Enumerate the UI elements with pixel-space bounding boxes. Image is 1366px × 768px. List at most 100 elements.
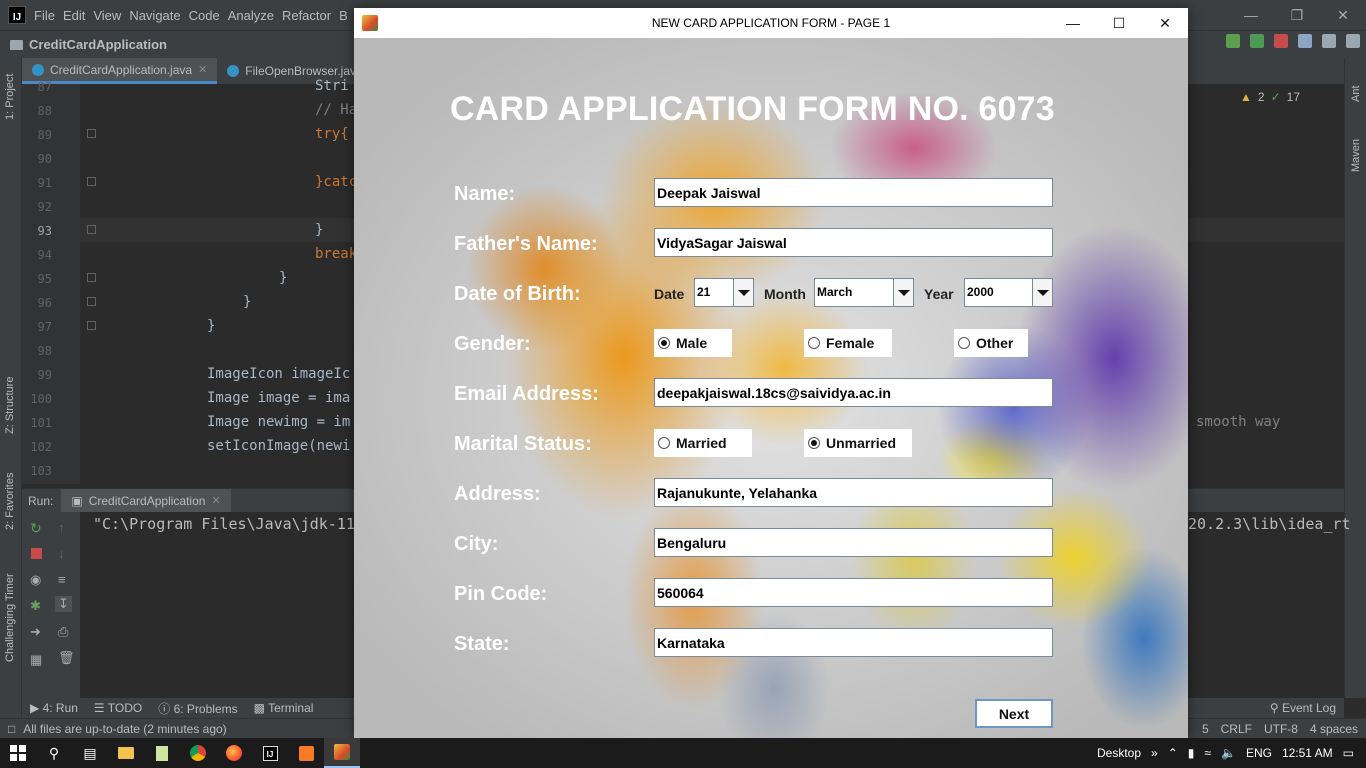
bug-icon[interactable]: ✱ [30,598,41,614]
fold-marker-icon[interactable] [87,321,96,330]
problems-tool-tab[interactable]: ⓘ 6: Problems [158,700,237,717]
windows-start-icon[interactable] [0,738,36,768]
stop-icon[interactable] [1274,34,1288,48]
folder-icon [10,39,23,50]
layout-grid-icon[interactable]: ▦ [30,652,42,668]
project-structure-icon[interactable] [1298,34,1312,48]
chevron-up-icon[interactable]: ⌃ [1168,746,1178,760]
ide-restore-icon[interactable]: ❐ [1274,0,1320,30]
login-icon[interactable]: ➜ [30,624,41,640]
stop-run-icon[interactable] [31,548,42,559]
status-square-icon[interactable]: □ [8,722,15,736]
pin-code-field[interactable] [654,578,1053,607]
menu-view[interactable]: View [93,8,129,23]
firefox-icon[interactable] [216,738,252,768]
month-dropdown[interactable]: March [814,278,914,307]
gender-other-radio[interactable]: Other [954,329,1028,357]
breadcrumb[interactable]: CreditCardApplication [10,37,167,52]
notepad-icon[interactable] [144,738,180,768]
father-name-field[interactable] [654,228,1053,257]
menu-analyze[interactable]: Analyze [228,8,282,23]
year-dropdown[interactable]: 2000 [964,278,1053,307]
chrome-icon[interactable] [180,738,216,768]
chevron-down-icon[interactable] [893,279,913,306]
menu-edit[interactable]: Edit [63,8,93,23]
java-app-taskbar-icon[interactable] [324,738,360,768]
menu-refactor[interactable]: Refactor [282,8,339,23]
layout-icon[interactable] [1322,34,1336,48]
state-field[interactable] [654,628,1053,657]
task-view-icon[interactable]: ▤ [72,738,108,768]
notification-icon[interactable]: ▭ [1343,746,1354,760]
next-button[interactable]: Next [975,699,1053,728]
scroll-to-end-icon[interactable]: ↧ [55,596,72,612]
search-icon[interactable] [1346,34,1360,48]
status-line-separator[interactable]: CRLF [1221,722,1252,736]
file-explorer-icon[interactable] [108,738,144,768]
close-tab-icon[interactable]: ✕ [198,63,207,76]
date-dropdown[interactable]: 21 [694,278,754,307]
email-field[interactable] [654,378,1053,407]
fold-marker-icon[interactable] [87,273,96,282]
fold-marker-icon[interactable] [87,177,96,186]
clock[interactable]: 12:51 AM [1282,746,1333,760]
terminal-tool-tab[interactable]: ▩ Terminal [254,701,314,715]
gender-female-radio[interactable]: Female [804,329,892,357]
gender-male-radio[interactable]: Male [654,329,732,357]
todo-tool-tab[interactable]: ☰ TODO [94,701,142,715]
print-icon[interactable]: ⎙ [58,624,68,640]
marital-unmarried-radio[interactable]: Unmarried [804,429,912,457]
status-indent[interactable]: 4 spaces [1310,722,1358,736]
maximize-icon[interactable]: ☐ [1096,8,1142,38]
inspection-widget[interactable]: ▲ 2 ✓ 17 [1240,90,1300,104]
timer-tool-tab[interactable]: Challenging Timer [4,573,16,662]
window-titlebar[interactable]: NEW CARD APPLICATION FORM - PAGE 1 — ☐ ✕ [354,8,1188,38]
ide-minimize-icon[interactable]: — [1228,0,1274,30]
line-number: 97 [37,320,52,334]
status-position[interactable]: 5 [1202,722,1209,736]
trash-icon[interactable]: 🗑 [58,650,75,666]
desktop-toolbar[interactable]: Desktop [1097,746,1141,760]
wifi-icon[interactable]: ≈ [1204,746,1211,760]
chevron-down-icon[interactable] [733,279,753,306]
up-arrow-icon[interactable]: ↑ [58,520,65,535]
fold-marker-icon[interactable] [87,225,96,234]
soft-wrap-icon[interactable]: ≡ [58,572,66,587]
name-field[interactable] [654,178,1053,207]
maven-tool-tab[interactable]: Maven [1350,139,1362,172]
ant-tool-tab[interactable]: Ant [1350,85,1362,102]
event-log-tab[interactable]: ⚲ Event Log [1270,701,1336,715]
close-icon[interactable]: ✕ [1142,8,1188,38]
structure-tool-tab[interactable]: Z: Structure [4,377,16,434]
xampp-icon[interactable] [288,738,324,768]
fold-marker-icon[interactable] [87,297,96,306]
language-indicator[interactable]: ENG [1246,746,1272,760]
project-tool-tab[interactable]: 1: Project [4,74,16,120]
search-icon[interactable]: ⚲ [36,738,72,768]
intellij-icon[interactable]: IJ [252,738,288,768]
tab-fileopenbrowser[interactable]: FileOpenBrowser.java [217,58,372,84]
address-field[interactable] [654,478,1053,507]
run-tool-tab[interactable]: ▶ 4: Run [30,701,78,715]
debug-icon[interactable] [1226,34,1240,48]
run-tab[interactable]: ▣ CreditCardApplication ✕ [61,488,231,513]
chevron-down-icon[interactable] [1032,279,1052,306]
status-encoding[interactable]: UTF-8 [1264,722,1298,736]
fold-marker-icon[interactable] [87,129,96,138]
menu-code[interactable]: Code [189,8,228,23]
coverage-icon[interactable] [1250,34,1264,48]
ide-close-icon[interactable]: ✕ [1320,0,1366,30]
chevron-right-icon[interactable]: » [1151,746,1158,760]
favorites-tool-tab[interactable]: 2: Favorites [4,473,16,530]
menu-navigate[interactable]: Navigate [129,8,188,23]
city-field[interactable] [654,528,1053,557]
camera-icon[interactable]: ◉ [30,572,41,588]
close-run-tab-icon[interactable]: ✕ [211,494,220,507]
volume-icon[interactable]: 🔈 [1221,746,1236,760]
minimize-icon[interactable]: — [1050,8,1096,38]
marital-married-radio[interactable]: Married [654,429,752,457]
rerun-icon[interactable]: ↻ [30,520,42,537]
down-arrow-icon[interactable]: ↓ [58,546,65,561]
battery-icon[interactable]: ▮ [1188,746,1195,760]
menu-file[interactable]: File [34,8,63,23]
